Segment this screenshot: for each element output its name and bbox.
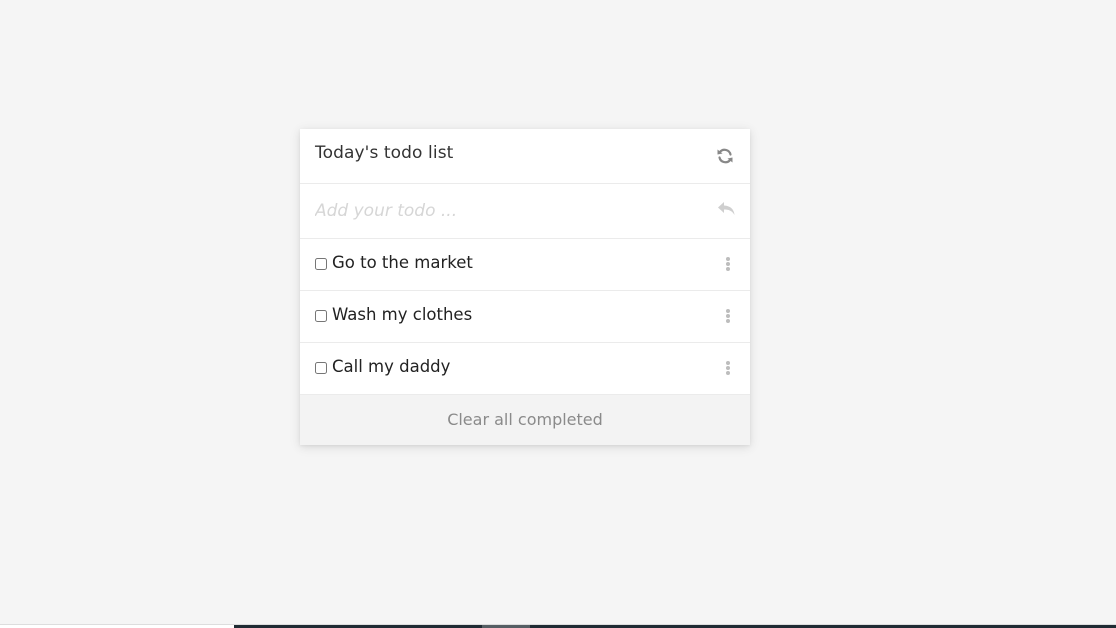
todo-menu-button[interactable] — [724, 361, 732, 377]
todo-header: Today's todo list — [300, 129, 750, 184]
add-todo-button[interactable] — [716, 200, 736, 218]
more-vertical-icon — [724, 257, 732, 271]
todo-footer: Clear all completed — [300, 395, 750, 445]
todo-menu-button[interactable] — [724, 309, 732, 325]
reply-icon — [718, 202, 735, 215]
todo-item: Call my daddy — [300, 343, 750, 395]
todo-label: Go to the market — [332, 253, 473, 272]
todo-item: Wash my clothes — [300, 291, 750, 343]
add-todo-row — [300, 184, 750, 239]
todo-item: Go to the market — [300, 239, 750, 291]
add-todo-input[interactable] — [315, 196, 695, 226]
todo-label: Call my daddy — [332, 357, 451, 376]
bottom-scrollbar[interactable] — [0, 624, 1116, 628]
todo-card: Today's todo list Go to the market — [300, 129, 750, 445]
refresh-icon — [717, 148, 733, 164]
todo-checkbox[interactable] — [315, 258, 327, 270]
todo-list: Go to the market Wash my clothes Call my… — [300, 239, 750, 395]
todo-label: Wash my clothes — [332, 305, 473, 324]
todo-menu-button[interactable] — [724, 257, 732, 273]
clear-completed-button[interactable]: Clear all completed — [447, 410, 603, 429]
more-vertical-icon — [724, 361, 732, 375]
page-title: Today's todo list — [315, 143, 454, 163]
todo-checkbox[interactable] — [315, 362, 327, 374]
more-vertical-icon — [724, 309, 732, 323]
todo-checkbox[interactable] — [315, 310, 327, 322]
refresh-button[interactable] — [716, 147, 734, 165]
